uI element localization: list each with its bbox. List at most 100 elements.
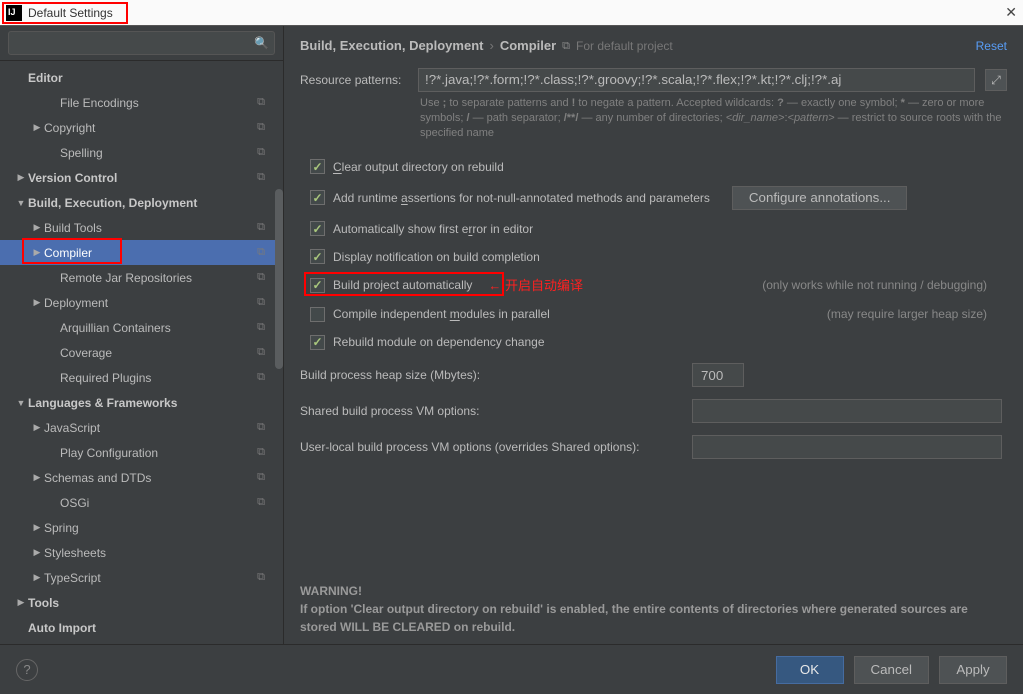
sidebar-item-play-configuration[interactable]: Play Configuration⧉ xyxy=(0,440,283,465)
sidebar-item-label: Compiler xyxy=(44,246,257,260)
sidebar-item-label: Required Plugins xyxy=(60,371,257,385)
tree-arrow-icon: ▶ xyxy=(30,422,44,433)
sidebar-item-label: File Encodings xyxy=(60,96,257,110)
sidebar-item-label: Version Control xyxy=(28,171,257,185)
warning-title: WARNING! xyxy=(300,584,362,598)
window-title: Default Settings xyxy=(28,6,113,20)
sidebar-item-file-encodings[interactable]: File Encodings⧉ xyxy=(0,90,283,115)
search-input[interactable] xyxy=(8,31,275,55)
shared-vm-input[interactable] xyxy=(692,399,1002,423)
close-icon[interactable]: ✕ xyxy=(1005,4,1017,21)
sidebar-scrollbar[interactable] xyxy=(275,61,283,644)
clear-output-label[interactable]: Clear output directory on rebuild xyxy=(333,158,504,176)
sidebar-item-coverage[interactable]: Coverage⧉ xyxy=(0,340,283,365)
copy-project-icon: ⧉ xyxy=(257,171,265,184)
sidebar-item-copyright[interactable]: ▶Copyright⧉ xyxy=(0,115,283,140)
tree-arrow-icon: ▶ xyxy=(30,522,44,533)
build-auto-note: (only works while not running / debuggin… xyxy=(762,276,987,294)
sidebar: 🔍 Editor⧉File Encodings⧉▶Copyright⧉Spell… xyxy=(0,26,284,644)
rebuild-dep-checkbox[interactable] xyxy=(310,335,325,350)
sidebar-item-compiler[interactable]: ▶Compiler⧉ xyxy=(0,240,283,265)
ok-button[interactable]: OK xyxy=(776,656,844,684)
sidebar-item-spelling[interactable]: Spelling⧉ xyxy=(0,140,283,165)
sidebar-item-build-execution-deployment[interactable]: ▼Build, Execution, Deployment⧉ xyxy=(0,190,283,215)
sidebar-item-label: Spring xyxy=(44,521,265,535)
bottom-bar: ? OK Cancel Apply xyxy=(0,644,1023,694)
titlebar: Default Settings ✕ xyxy=(0,0,1023,26)
sidebar-item-javascript[interactable]: ▶JavaScript⧉ xyxy=(0,415,283,440)
settings-tree: Editor⧉File Encodings⧉▶Copyright⧉Spellin… xyxy=(0,61,283,644)
sidebar-item-label: Spelling xyxy=(60,146,257,160)
copy-project-icon: ⧉ xyxy=(257,271,265,284)
heap-size-input[interactable] xyxy=(692,363,744,387)
copy-project-icon: ⧉ xyxy=(257,571,265,584)
sidebar-item-label: TypeScript xyxy=(44,571,257,585)
sidebar-item-osgi[interactable]: OSGi⧉ xyxy=(0,490,283,515)
expand-patterns-button[interactable]: ⤢ xyxy=(985,69,1007,91)
sidebar-item-label: Deployment xyxy=(44,296,257,310)
sidebar-item-auto-import[interactable]: Auto Import⧉ xyxy=(0,615,283,640)
assertions-label[interactable]: Add runtime assertions for not-null-anno… xyxy=(333,189,710,207)
warning-text: If option 'Clear output directory on reb… xyxy=(300,602,968,634)
sidebar-item-version-control[interactable]: ▶Version Control⧉ xyxy=(0,165,283,190)
sidebar-item-stylesheets[interactable]: ▶Stylesheets⧉ xyxy=(0,540,283,565)
sidebar-item-build-tools[interactable]: ▶Build Tools⧉ xyxy=(0,215,283,240)
sidebar-item-schemas-and-dtds[interactable]: ▶Schemas and DTDs⧉ xyxy=(0,465,283,490)
sidebar-item-arquillian-containers[interactable]: Arquillian Containers⧉ xyxy=(0,315,283,340)
sidebar-item-remote-jar-repositories[interactable]: Remote Jar Repositories⧉ xyxy=(0,265,283,290)
first-error-checkbox[interactable] xyxy=(310,221,325,236)
shared-vm-label: Shared build process VM options: xyxy=(300,402,680,420)
sidebar-item-editor[interactable]: Editor⧉ xyxy=(0,65,283,90)
build-auto-label[interactable]: Build project automatically xyxy=(333,276,472,294)
sidebar-item-label: Coverage xyxy=(60,346,257,360)
tree-arrow-icon: ▼ xyxy=(14,198,28,208)
build-auto-checkbox[interactable] xyxy=(310,278,325,293)
for-default-label: For default project xyxy=(576,37,673,55)
copy-project-icon: ⧉ xyxy=(257,471,265,484)
sidebar-item-label: OSGi xyxy=(60,496,257,510)
parallel-label[interactable]: Compile independent modules in parallel xyxy=(333,305,550,323)
copy-project-icon: ⧉ xyxy=(257,296,265,309)
sidebar-item-required-plugins[interactable]: Required Plugins⧉ xyxy=(0,365,283,390)
search-icon: 🔍 xyxy=(254,36,269,50)
tree-arrow-icon: ▶ xyxy=(30,572,44,583)
user-vm-label: User-local build process VM options (ove… xyxy=(300,438,680,456)
rebuild-dep-label[interactable]: Rebuild module on dependency change xyxy=(333,333,545,351)
apply-button[interactable]: Apply xyxy=(939,656,1007,684)
first-error-label[interactable]: Automatically show first error in editor xyxy=(333,220,533,238)
reset-link[interactable]: Reset xyxy=(976,37,1007,55)
sidebar-item-label: Editor xyxy=(28,71,265,85)
clear-output-checkbox[interactable] xyxy=(310,159,325,174)
chevron-right-icon: › xyxy=(489,36,493,56)
sidebar-item-label: Build, Execution, Deployment xyxy=(28,196,265,210)
notify-checkbox[interactable] xyxy=(310,249,325,264)
assertions-checkbox[interactable] xyxy=(310,190,325,205)
sidebar-item-languages-frameworks[interactable]: ▼Languages & Frameworks⧉ xyxy=(0,390,283,415)
sidebar-item-label: Build Tools xyxy=(44,221,257,235)
copy-project-icon: ⧉ xyxy=(257,96,265,109)
content-panel: Build, Execution, Deployment › Compiler … xyxy=(284,26,1023,644)
copy-project-icon: ⧉ xyxy=(257,146,265,159)
sidebar-item-label: JavaScript xyxy=(44,421,257,435)
sidebar-scroll-thumb[interactable] xyxy=(275,189,283,369)
copy-project-icon: ⧉ xyxy=(257,446,265,459)
crumb-parent[interactable]: Build, Execution, Deployment xyxy=(300,36,483,56)
sidebar-item-spring[interactable]: ▶Spring⧉ xyxy=(0,515,283,540)
user-vm-input[interactable] xyxy=(692,435,1002,459)
sidebar-item-typescript[interactable]: ▶TypeScript⧉ xyxy=(0,565,283,590)
resource-patterns-input[interactable] xyxy=(418,68,975,92)
sidebar-item-tools[interactable]: ▶Tools⧉ xyxy=(0,590,283,615)
sidebar-item-label: Stylesheets xyxy=(44,546,265,560)
help-button[interactable]: ? xyxy=(16,659,38,681)
resource-patterns-label: Resource patterns: xyxy=(300,71,408,89)
sidebar-item-label: Schemas and DTDs xyxy=(44,471,257,485)
sidebar-item-label: Copyright xyxy=(44,121,257,135)
configure-annotations-button[interactable]: Configure annotations... xyxy=(732,186,908,210)
tree-arrow-icon: ▶ xyxy=(14,172,28,183)
copy-project-icon: ⧉ xyxy=(257,221,265,234)
cancel-button[interactable]: Cancel xyxy=(854,656,930,684)
notify-label[interactable]: Display notification on build completion xyxy=(333,248,540,266)
sidebar-item-deployment[interactable]: ▶Deployment⧉ xyxy=(0,290,283,315)
warning-block: WARNING! If option 'Clear output directo… xyxy=(300,582,1007,636)
parallel-checkbox[interactable] xyxy=(310,307,325,322)
